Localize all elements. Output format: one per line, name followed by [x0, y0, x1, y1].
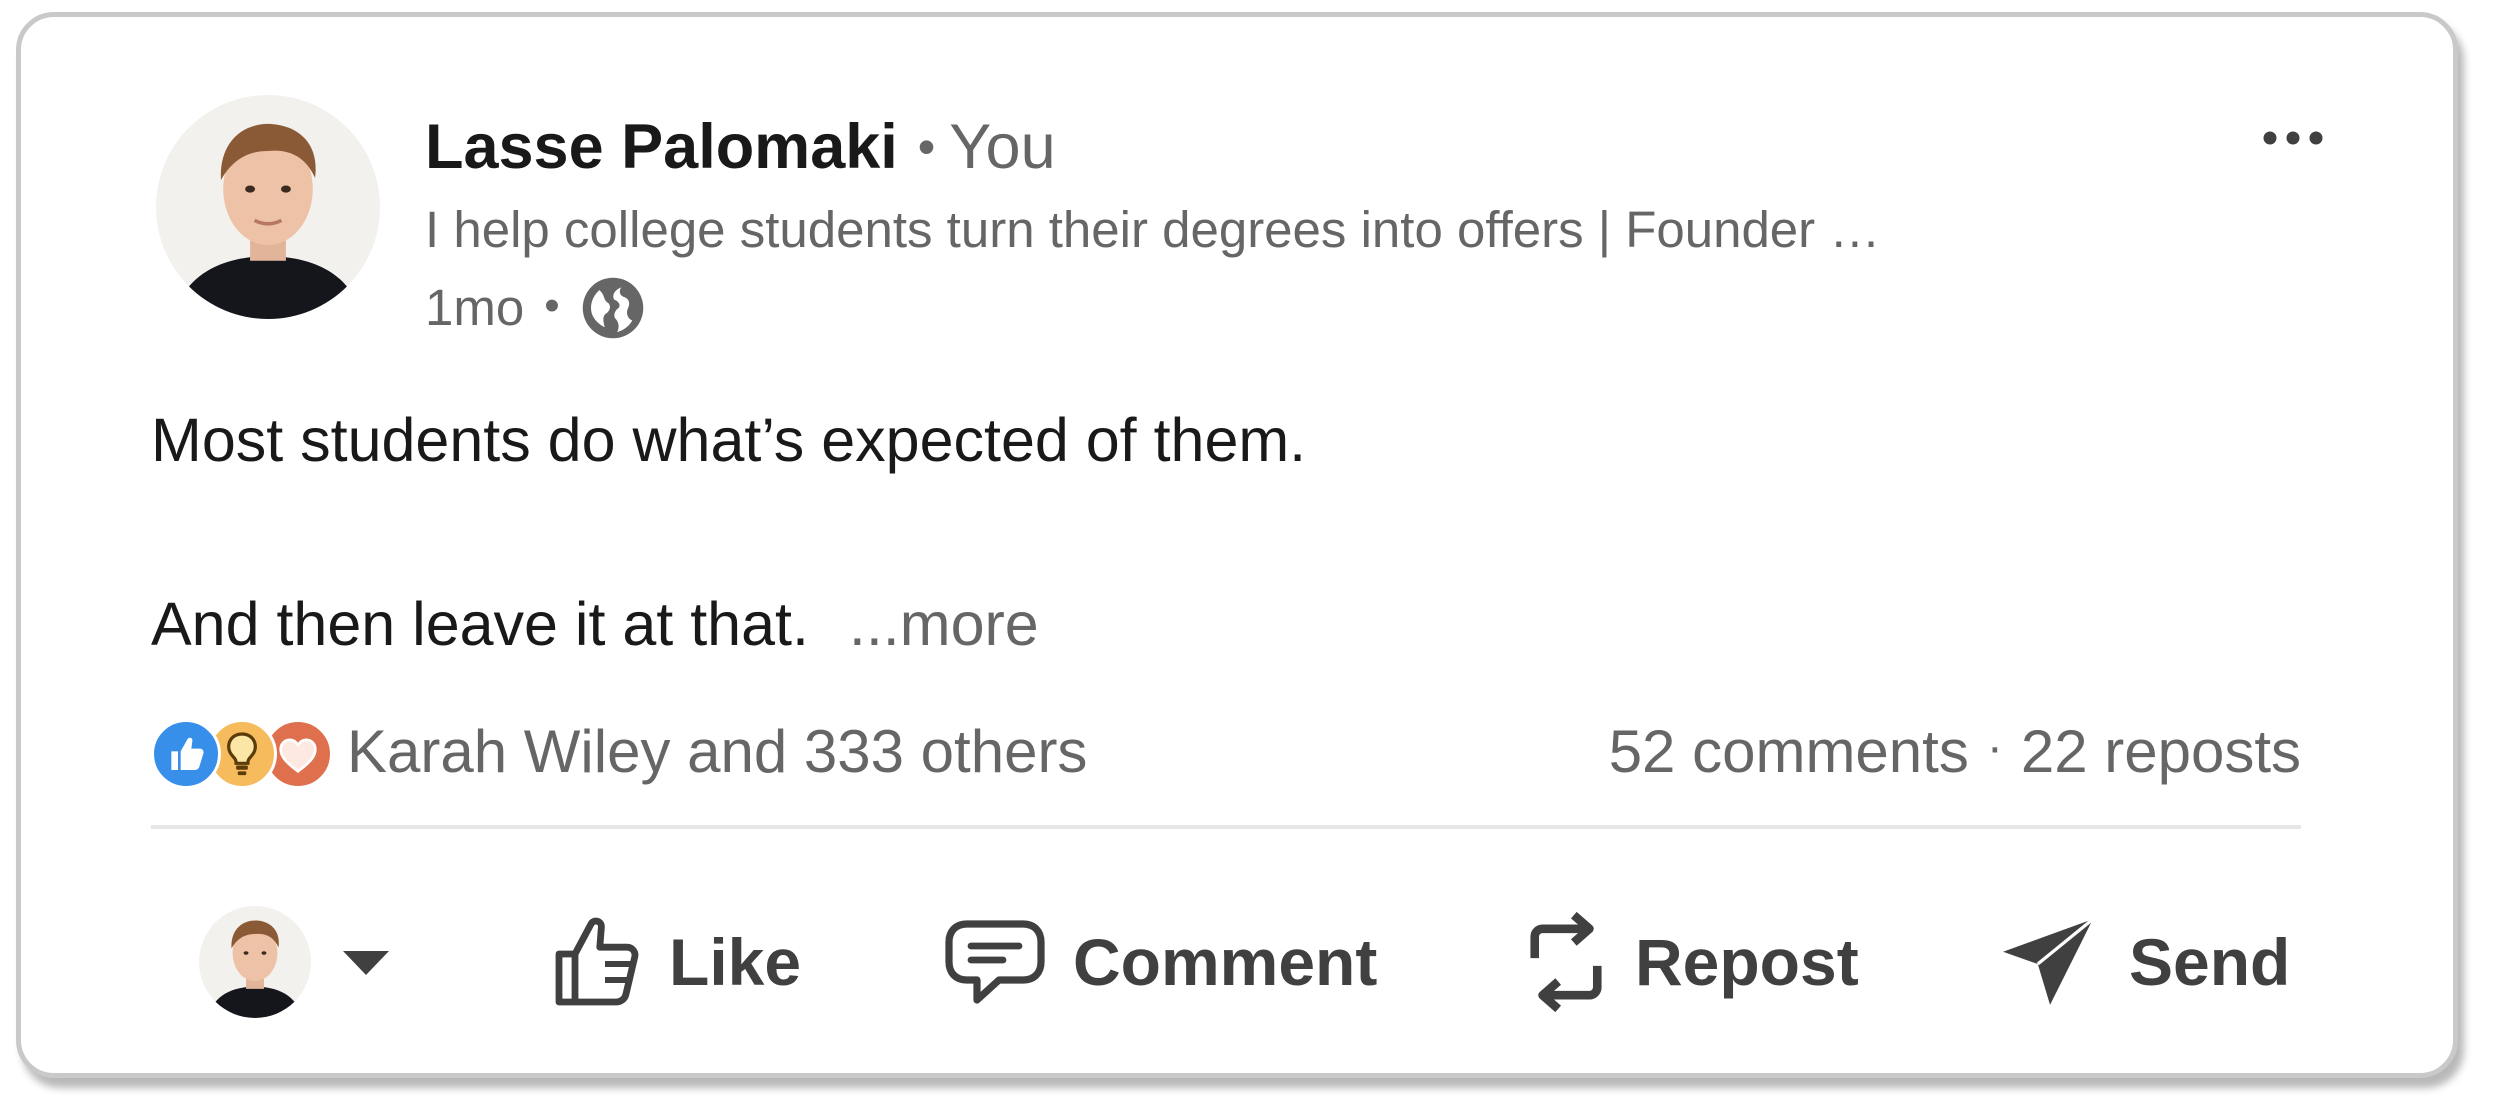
thumbs-up-icon — [555, 917, 639, 1006]
author-avatar[interactable] — [156, 95, 380, 319]
like-reaction-icon — [151, 719, 221, 789]
meta-dot: • — [544, 281, 560, 330]
send-icon — [2003, 917, 2094, 1005]
repost-label: Repost — [1635, 925, 1859, 999]
send-label: Send — [2129, 925, 2291, 999]
post-timestamp: 1mo — [425, 279, 525, 336]
reaction-identity-selector[interactable] — [199, 897, 391, 1027]
more-options-button[interactable] — [2245, 113, 2341, 163]
reposts-count[interactable]: 22 reposts — [2021, 717, 2301, 786]
post-meta: 1mo • — [425, 275, 646, 341]
caret-down-icon — [343, 951, 389, 975]
comment-button[interactable]: Comment — [943, 897, 1377, 1027]
comments-count[interactable]: 52 comments — [1609, 717, 1969, 786]
ellipsis-icon — [2263, 131, 2323, 145]
connection-degree: You — [949, 112, 1056, 182]
engagement-counts: 52 comments · 22 reposts — [1609, 711, 2301, 791]
post-body-line-2: And then leave it at that. ...more — [151, 587, 1039, 661]
author-name[interactable]: Lasse Palomaki — [425, 112, 898, 182]
globe-icon — [580, 275, 646, 341]
reactions-summary[interactable]: Karah Wiley and 333 others — [151, 711, 1087, 791]
like-button[interactable]: Like — [551, 897, 801, 1027]
connection-dot: • — [917, 119, 936, 175]
author-headline: I help college students turn their degre… — [425, 201, 1881, 258]
post-body-line-1: Most students do what’s expected of them… — [151, 406, 1307, 474]
comment-label: Comment — [1073, 925, 1378, 999]
post-card: Lasse Palomaki • You I help college studen… — [16, 12, 2458, 1078]
action-bar: Like Comment Repost Send — [21, 897, 2453, 1027]
see-more-link[interactable]: ...more — [849, 590, 1039, 658]
actor-avatar — [199, 906, 311, 1018]
author-line: Lasse Palomaki • You — [425, 109, 1056, 189]
send-button[interactable]: Send — [1999, 897, 2290, 1027]
counts-separator: · — [1986, 720, 2003, 774]
repost-button[interactable]: Repost — [1523, 897, 1859, 1027]
post-body-line-2-text: And then leave it at that. — [151, 590, 809, 658]
reactions-count[interactable]: Karah Wiley and 333 others — [347, 717, 1087, 786]
repost-icon — [1530, 911, 1602, 1013]
comment-icon — [945, 920, 1045, 1004]
like-label: Like — [669, 925, 802, 999]
author-photo-icon — [156, 95, 380, 319]
reaction-icons — [151, 715, 333, 789]
divider — [151, 825, 2301, 829]
